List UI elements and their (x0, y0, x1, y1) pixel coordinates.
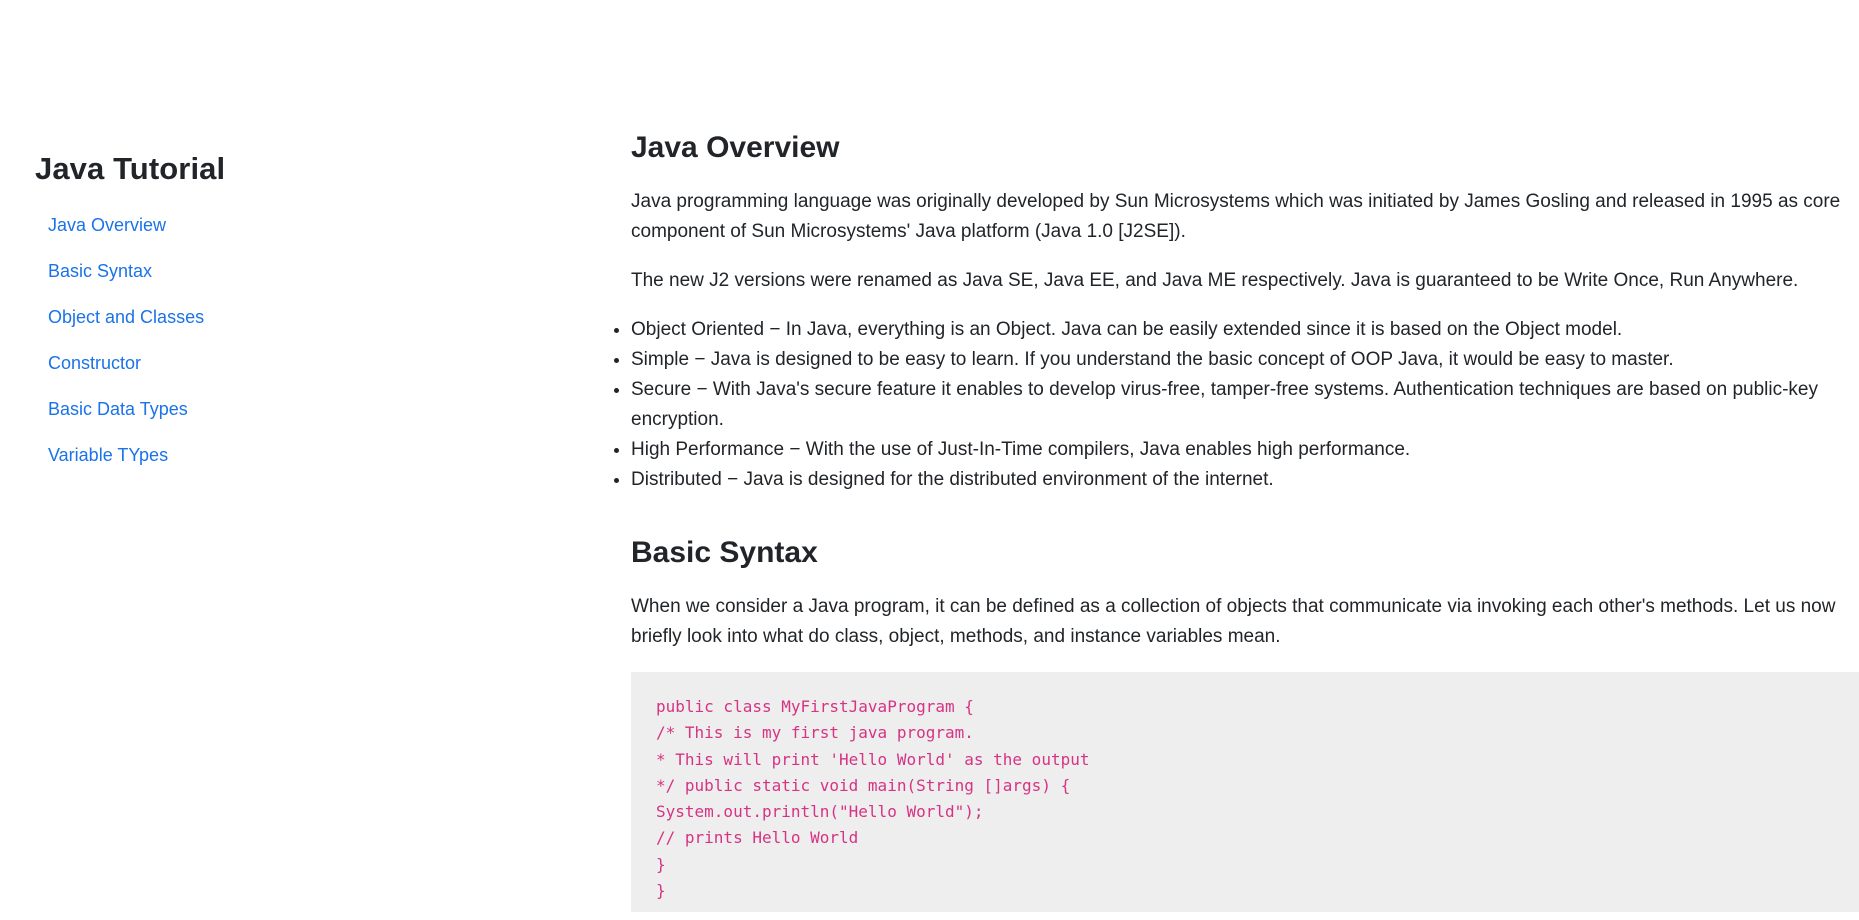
sidebar-link-java-overview[interactable]: Java Overview (48, 213, 166, 238)
sidebar-item-variable-types: Variable TYpes (48, 443, 515, 489)
syntax-heading: Basic Syntax (631, 536, 818, 569)
sidebar-link-basic-syntax[interactable]: Basic Syntax (48, 259, 152, 284)
code-line: /* This is my first java program. (656, 723, 974, 743)
sidebar-item-basic-data-types: Basic Data Types (48, 397, 515, 443)
overview-paragraph-2: The new J2 versions were renamed as Java… (631, 270, 1799, 291)
sidebar-link-object-and-classes[interactable]: Object and Classes (48, 305, 204, 330)
sidebar-item-java-overview: Java Overview (48, 213, 515, 259)
feature-item: Secure − With Java's secure feature it e… (631, 375, 1859, 435)
sidebar-nav: Java Overview Basic Syntax Object and Cl… (35, 213, 515, 489)
code-block: public class MyFirstJavaProgram { /* This… (631, 672, 1859, 912)
code-line: // prints Hello World (656, 828, 859, 848)
overview-paragraph-1: Java programming language was originally… (631, 191, 1841, 242)
code-line: * This will print 'Hello World' as the o… (656, 749, 1090, 769)
sidebar-link-basic-data-types[interactable]: Basic Data Types (48, 397, 188, 422)
syntax-paragraph-1: When we consider a Java program, it can … (631, 596, 1836, 647)
section-java-overview: Java Overview Java programming language … (631, 128, 1859, 495)
sidebar: Java Tutorial Java Overview Basic Syntax… (35, 150, 515, 489)
code-line: } (656, 881, 666, 901)
overview-heading: Java Overview (631, 131, 840, 164)
features-list: Object Oriented − In Java, everything is… (607, 315, 1859, 495)
feature-item: High Performance − With the use of Just-… (631, 435, 1859, 465)
code-line: } (656, 854, 666, 874)
sidebar-title: Java Tutorial (35, 151, 226, 186)
sidebar-item-constructor: Constructor (48, 351, 515, 397)
main-content: Java Overview Java programming language … (631, 128, 1859, 912)
section-basic-syntax: Basic Syntax When we consider a Java pro… (631, 533, 1859, 912)
code-line: */ public static void main(String []args… (656, 775, 1071, 795)
sidebar-item-basic-syntax: Basic Syntax (48, 259, 515, 305)
feature-item: Simple − Java is designed to be easy to … (631, 345, 1859, 375)
code-line: System.out.println("Hello World"); (656, 802, 984, 822)
sidebar-item-object-and-classes: Object and Classes (48, 305, 515, 351)
sidebar-link-variable-types[interactable]: Variable TYpes (48, 443, 168, 468)
page: Java Tutorial Java Overview Basic Syntax… (0, 0, 1859, 920)
feature-item: Object Oriented − In Java, everything is… (631, 315, 1859, 345)
sidebar-link-constructor[interactable]: Constructor (48, 351, 141, 376)
feature-item: Distributed − Java is designed for the d… (631, 465, 1859, 495)
code-line: public class MyFirstJavaProgram { (656, 697, 974, 716)
